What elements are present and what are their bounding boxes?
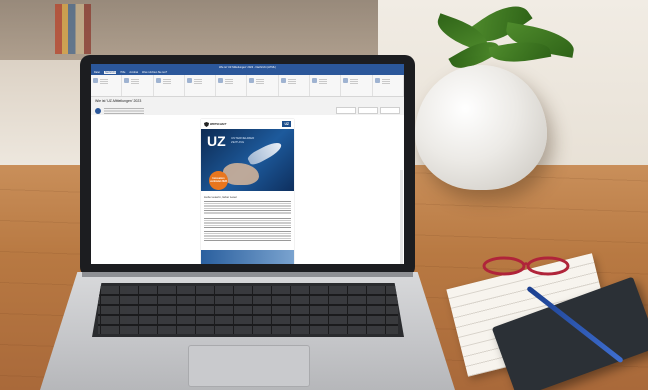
mail-subject-row: Wie ist 'UZ-Mitteilungen' 2023 xyxy=(91,97,404,105)
greeting: Liebe Leserin, lieber Leser xyxy=(204,195,237,199)
laptop-screen: Wie ist 'UZ Mitteilungen' 2023 - Nachric… xyxy=(91,64,404,264)
white-plant-pot xyxy=(415,65,547,190)
hero-subtitle: UNTERNEHMER ZEITUNG xyxy=(231,136,255,144)
text-paragraph xyxy=(204,218,291,228)
reply-all-button[interactable] xyxy=(358,107,378,114)
reply-buttons xyxy=(336,107,400,114)
ribbon-group[interactable] xyxy=(91,75,123,96)
mail-subject: Wie ist 'UZ-Mitteilungen' 2023 xyxy=(95,99,142,103)
tab-acrobat[interactable]: Acrobat xyxy=(129,71,138,74)
tell-me-search[interactable]: Was möchten Sie tun? xyxy=(142,71,167,74)
scrollbar[interactable] xyxy=(400,170,403,264)
newsletter: WIRTSCHAFT UZ UZ UNTERNEHMER ZEITUNG Inn… xyxy=(201,119,294,264)
laptop-hinge xyxy=(82,272,413,277)
ribbon-group[interactable] xyxy=(279,75,311,96)
newsletter-image xyxy=(201,250,294,264)
tab-nachricht[interactable]: Nachricht xyxy=(103,71,117,74)
ribbon-group[interactable] xyxy=(185,75,217,96)
ribbon-group[interactable] xyxy=(122,75,154,96)
mail-body: WIRTSCHAFT UZ UZ UNTERNEHMER ZEITUNG Inn… xyxy=(91,115,404,264)
newsletter-hero: UZ UNTERNEHMER ZEITUNG Innovation verbin… xyxy=(201,129,294,191)
uz-logo-small: UZ xyxy=(282,121,291,127)
text-paragraph xyxy=(204,201,291,215)
ribbon-group[interactable] xyxy=(373,75,404,96)
ribbon-group[interactable] xyxy=(154,75,185,96)
window-title: Wie ist 'UZ Mitteilungen' 2023 - Nachric… xyxy=(219,65,276,69)
hand-image xyxy=(223,163,259,185)
ribbon xyxy=(91,75,404,97)
tab-hilfe[interactable]: Hilfe xyxy=(120,71,125,74)
reply-button[interactable] xyxy=(336,107,356,114)
sender-info xyxy=(104,107,144,114)
ribbon-group[interactable] xyxy=(247,75,279,96)
newsletter-text: Liebe Leserin, lieber Leser xyxy=(201,191,294,241)
newsletter-header: WIRTSCHAFT UZ xyxy=(201,119,294,129)
keys xyxy=(98,286,398,334)
trackpad xyxy=(188,345,310,387)
shield-icon xyxy=(204,121,209,127)
hero-badge: Innovation verbindet 2023 xyxy=(209,171,228,190)
logo-text: WIRTSCHAFT xyxy=(210,122,227,126)
photo-scene: Wie ist 'UZ Mitteilungen' 2023 - Nachric… xyxy=(0,0,648,390)
newsletter-logo: WIRTSCHAFT xyxy=(204,121,227,127)
ribbon-group[interactable] xyxy=(341,75,373,96)
text-paragraph xyxy=(204,231,291,241)
forward-button[interactable] xyxy=(380,107,400,114)
keyboard xyxy=(92,283,404,337)
tab-datei[interactable]: Datei xyxy=(94,71,100,74)
hero-title: UZ xyxy=(207,133,226,149)
ribbon-group[interactable] xyxy=(216,75,248,96)
sender-avatar xyxy=(95,107,101,114)
ribbon-group[interactable] xyxy=(310,75,342,96)
reading-glasses xyxy=(482,256,570,276)
shelf-books xyxy=(55,4,115,54)
